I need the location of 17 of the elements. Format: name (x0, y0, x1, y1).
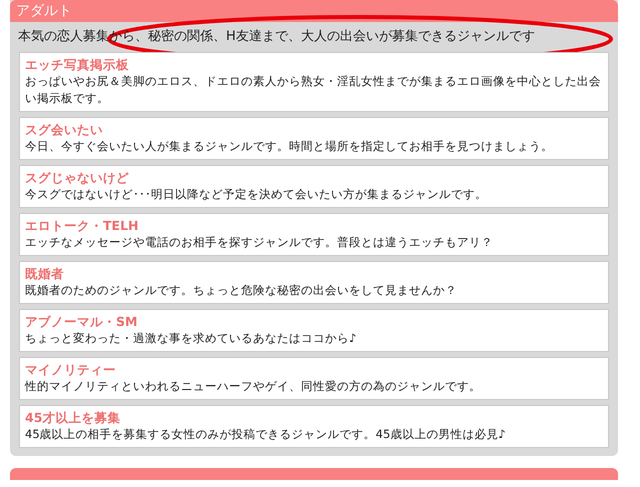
genre-description: 今日、今すぐ会いたい人が集まるジャンルです。時間と場所を指定してお相手を見つけましょう。 (25, 138, 554, 155)
genre-description: 45歳以上の相手を募集する女性のみが投稿できるジャンルです。45歳以上の男性は必見♪ (25, 426, 507, 443)
genre-description: おっぱいやお尻＆美脚のエロス、ドエロの素人から熟女・淫乱女性までが集まるエロ画像を中心とした出会い掲示板です。 (25, 73, 602, 107)
genre-card[interactable]: スグじゃないけど 今スグではないけど･･･明日以降など予定を決めて会いたい方が集まるジャンルです。 (19, 165, 609, 208)
genre-description: ちょっと変わった・過激な事を求めているあなたはココから♪ (25, 330, 358, 347)
genre-card[interactable]: 既婚者 既婚者のためのジャンルです。ちょっと危険な秘密の出会いをして見ませんか？ (19, 261, 609, 304)
genre-card[interactable]: 45才以上を募集 45歳以上の相手を募集する女性のみが投稿できるジャンルです。45歳以上の男性は必見♪ (19, 405, 609, 448)
genre-card[interactable]: アブノーマル・SM ちょっと変わった・過激な事を求めているあなたはココから♪ (19, 309, 609, 352)
genre-description: エッチなメッセージや電話のお相手を探すジャンルです。普段とは違うエッチもアリ？ (25, 234, 494, 251)
genre-description: 性的マイノリティといわれるニューハーフやゲイ、同性愛の方の為のジャンルです。 (25, 378, 482, 395)
genre-description: 既婚者のためのジャンルです。ちょっと危険な秘密の出会いをして見ませんか？ (25, 282, 458, 299)
genre-card[interactable]: エロトーク・TELH エッチなメッセージや電話のお相手を探すジャンルです。普段とは違うエッチもアリ？ (19, 213, 609, 256)
genre-card[interactable]: エッチ写真掲示板 おっぱいやお尻＆美脚のエロス、ドエロの素人から熟女・淫乱女性までが集まるエロ画像を中心とした出会い掲示板です。 (19, 52, 609, 112)
genre-description: 今スグではないけど･･･明日以降など予定を決めて会いたい方が集まるジャンルです。 (25, 186, 488, 203)
genre-card[interactable]: マイノリティー 性的マイノリティといわれるニューハーフやゲイ、同性愛の方の為のジャンルです。 (19, 357, 609, 400)
section-header: アダルト (10, 0, 618, 22)
genre-card[interactable]: スグ会いたい 今日、今すぐ会いたい人が集まるジャンルです。時間と場所を指定してお相手を見つけましょう。 (19, 117, 609, 160)
